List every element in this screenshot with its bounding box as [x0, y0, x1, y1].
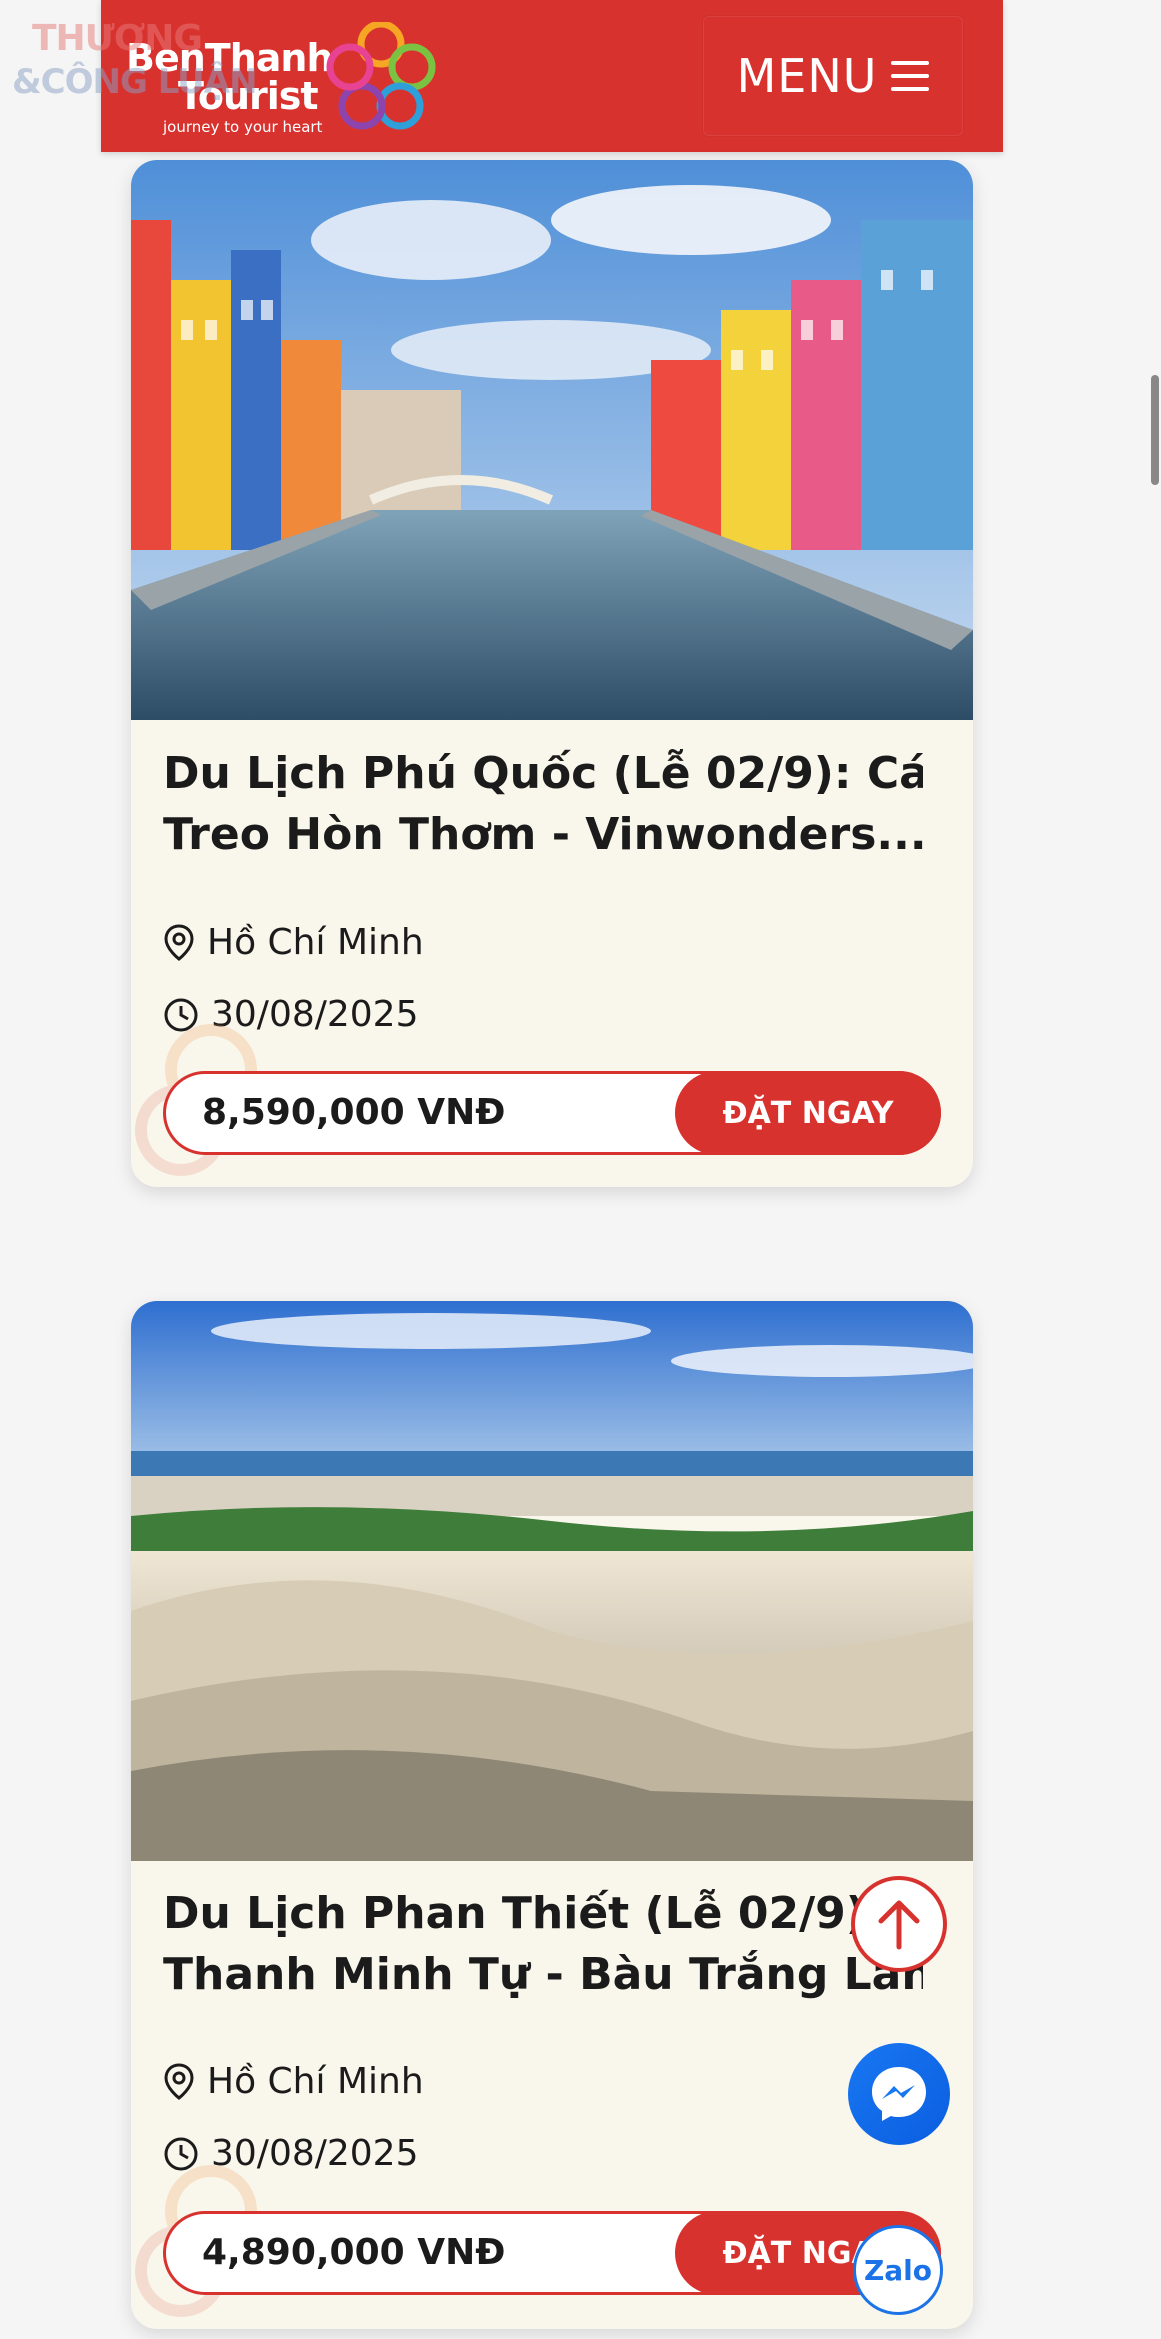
departure-text: Hồ Chí Minh	[207, 2061, 424, 2102]
site-header: BenThanh Tourist journey to your heart M…	[101, 0, 1003, 152]
price-pill: 8,590,000 VNĐ ĐẶT NGAY	[163, 1071, 941, 1155]
logo-tagline: journey to your heart	[163, 118, 323, 136]
departure-row: Hồ Chí Minh	[163, 2061, 424, 2102]
tour-title[interactable]: Du Lịch Phan Thiết (Lễ 02/9):	[163, 1883, 923, 1944]
tour-title-line2[interactable]: Thanh Minh Tự - Bàu Trắng Làng...	[163, 1944, 923, 2005]
price-text: 4,890,000 VNĐ	[202, 2232, 506, 2273]
tour-card[interactable]: Du Lịch Phan Thiết (Lễ 02/9): Thanh Minh…	[131, 1301, 973, 2329]
tour-card[interactable]: Du Lịch Phú Quốc (Lễ 02/9): Cáp Treo Hòn…	[131, 160, 973, 1187]
menu-button[interactable]: MENU	[703, 16, 963, 136]
departure-text: Hồ Chí Minh	[207, 922, 424, 963]
location-pin-icon	[164, 2062, 194, 2100]
price-text: 8,590,000 VNĐ	[202, 1092, 506, 1133]
scroll-to-top-button[interactable]	[851, 1876, 947, 1972]
menu-label: MENU	[736, 49, 878, 103]
page: BenThanh Tourist journey to your heart M…	[0, 0, 1161, 2339]
flower-logo-icon	[326, 22, 436, 130]
location-pin-icon	[164, 923, 194, 961]
tour-image[interactable]	[131, 160, 973, 720]
tour-title[interactable]: Du Lịch Phú Quốc (Lễ 02/9): Cáp	[163, 743, 923, 804]
tour-title-line2[interactable]: Treo Hòn Thơm - Vinwonders...	[163, 804, 923, 865]
scrollbar[interactable]	[1151, 375, 1159, 485]
zalo-button[interactable]: Zalo	[853, 2225, 943, 2315]
arrow-up-icon	[878, 1900, 920, 1950]
logo[interactable]: BenThanh Tourist journey to your heart	[126, 18, 436, 136]
messenger-icon	[872, 2067, 926, 2121]
zalo-icon: Zalo	[863, 2253, 933, 2287]
logo-line2: Tourist	[178, 74, 319, 118]
tour-image[interactable]	[131, 1301, 973, 1861]
hamburger-icon	[891, 61, 930, 91]
messenger-button[interactable]	[848, 2043, 950, 2145]
departure-row: Hồ Chí Minh	[163, 922, 424, 963]
price-pill: 4,890,000 VNĐ ĐẶT NGAY	[163, 2211, 941, 2295]
book-now-button[interactable]: ĐẶT NGAY	[675, 1071, 941, 1155]
